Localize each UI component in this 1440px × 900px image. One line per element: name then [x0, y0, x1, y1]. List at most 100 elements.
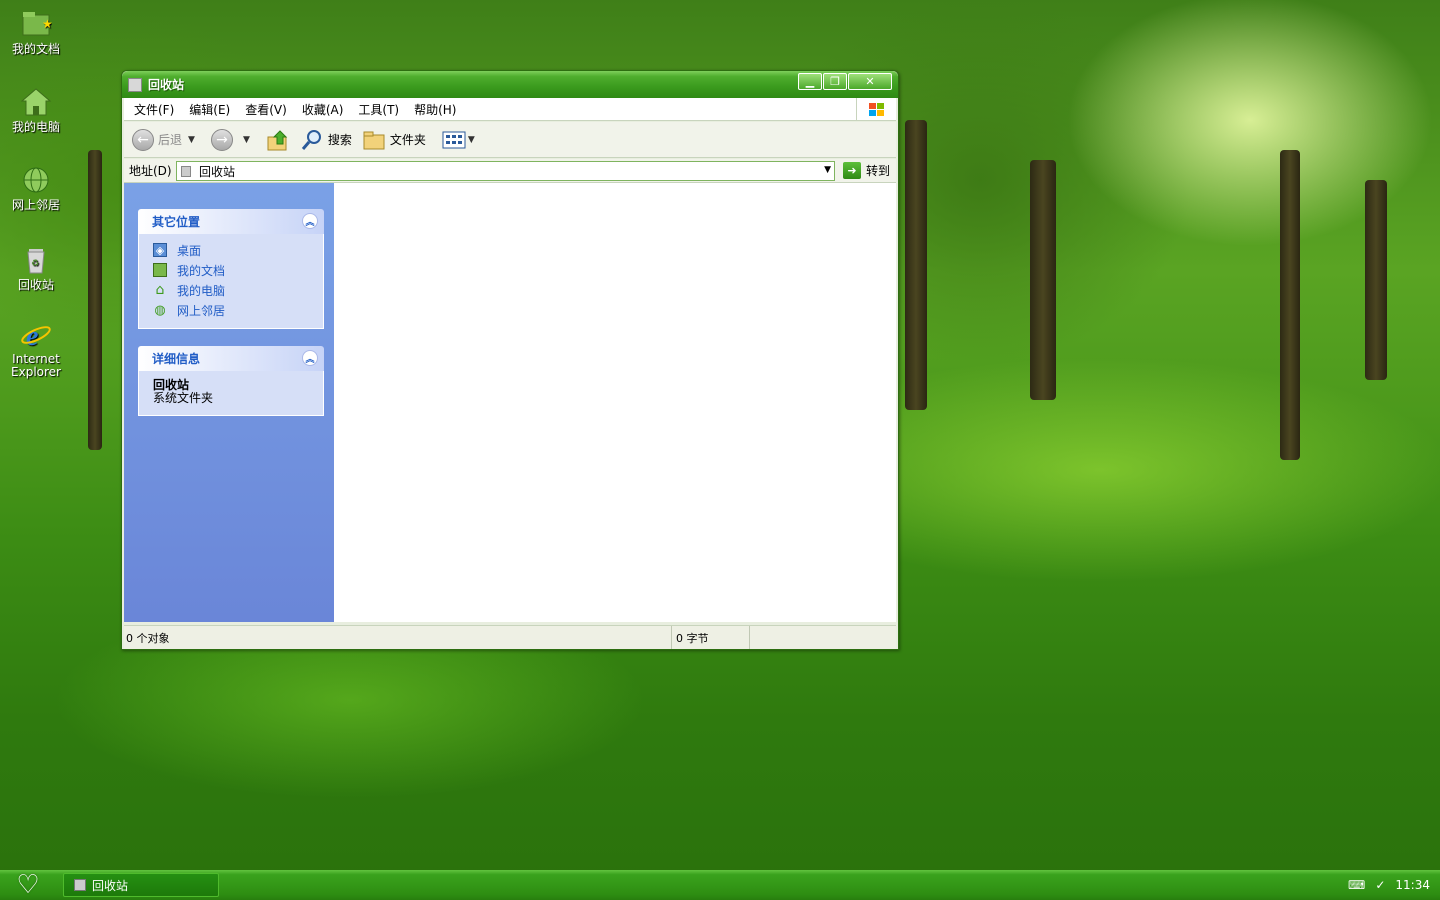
menu-view[interactable]: 查看(V)	[245, 101, 287, 118]
chevron-down-icon[interactable]: ▼	[824, 165, 831, 175]
taskbar-button-recycle-bin[interactable]: 回收站	[63, 873, 219, 897]
link-label: 我的文档	[177, 263, 226, 278]
other-places-body: ◈ 桌面 我的文档 ⌂ 我的电脑 ◍ 网上邻居	[138, 234, 324, 329]
folder-icon	[363, 131, 385, 149]
details-panel: 详细信息 ︽ 回收站 系统文件夹	[138, 346, 324, 416]
my-computer-icon	[20, 86, 52, 118]
go-label: 转到	[865, 164, 890, 178]
back-button[interactable]: ← 后退 ▼	[132, 128, 201, 151]
menu-bar: 文件(F) 编辑(E) 查看(V) 收藏(A) 工具(T) 帮助(H)	[124, 98, 896, 121]
collapse-icon[interactable]: ︽	[302, 350, 318, 366]
views-button[interactable]: ▼	[442, 130, 481, 150]
desktop-icon-label: 回收站	[17, 278, 54, 292]
collapse-icon[interactable]: ︽	[302, 213, 318, 229]
taskbar-button-label: 回收站	[92, 878, 129, 893]
forward-arrow-icon: →	[210, 128, 233, 151]
desktop-icon: ◈	[153, 243, 167, 257]
title-bar[interactable]: 回收站 ▁ ❐ ✕	[122, 71, 898, 98]
my-documents-icon: ★	[20, 8, 53, 40]
tree-trunk	[88, 150, 102, 450]
network-status-icon[interactable]: ✓	[1375, 878, 1385, 892]
desktop-icon-my-documents[interactable]: ★ 我的文档	[4, 8, 68, 56]
desktop-icon-label: 我的电脑	[11, 120, 60, 134]
desktop-icon-label: Explorer	[11, 365, 61, 379]
address-input[interactable]: 回收站 ▼	[176, 161, 835, 181]
system-tray: ⌨ ✓ 11:34	[1310, 870, 1440, 900]
chevron-down-icon[interactable]: ▼	[188, 135, 195, 145]
link-label: 我的电脑	[177, 283, 226, 298]
link-label: 桌面	[177, 243, 202, 258]
details-type: 系统文件夹	[153, 391, 214, 405]
menu-help[interactable]: 帮助(H)	[414, 101, 456, 118]
tree-trunk	[1280, 150, 1300, 460]
file-list-area[interactable]	[334, 183, 896, 622]
menu-edit[interactable]: 编辑(E)	[189, 101, 230, 118]
address-bar: 地址(D) 回收站 ▼ ➜ 转到	[124, 159, 896, 183]
recycle-bin-icon	[181, 165, 191, 177]
recycle-bin-icon: ♻	[20, 244, 52, 276]
link-my-computer[interactable]: ⌂ 我的电脑	[153, 280, 323, 300]
link-my-documents[interactable]: 我的文档	[153, 260, 323, 280]
desktop-icon-my-computer[interactable]: 我的电脑	[4, 86, 68, 134]
maximize-button[interactable]: ❐	[823, 73, 847, 90]
windows-logo-icon	[856, 98, 896, 121]
internet-explorer-icon: e	[20, 318, 52, 352]
link-network-places[interactable]: ◍ 网上邻居	[153, 300, 323, 320]
my-computer-icon: ⌂	[155, 282, 165, 298]
network-places-icon: ◍	[154, 302, 166, 318]
search-button[interactable]: 搜索	[300, 128, 352, 152]
taskbar: ♡ 回收站 ⌨ ✓ 11:34	[0, 870, 1440, 900]
minimize-button[interactable]: ▁	[798, 73, 822, 90]
desktop-icon-internet-explorer[interactable]: e Internet Explorer	[4, 318, 68, 379]
menu-file[interactable]: 文件(F)	[134, 101, 174, 118]
desktop-icon-label: 我的文档	[11, 42, 60, 56]
chevron-down-icon: ▼	[467, 134, 475, 145]
svg-text:♻: ♻	[31, 259, 39, 269]
toolbar: ← 后退 ▼ → ▼ 搜索 文件夹 ▼	[124, 122, 896, 158]
recycle-bin-icon	[128, 77, 142, 92]
folders-button[interactable]: 文件夹	[362, 129, 426, 151]
desktop-icon-label: 网上邻居	[11, 198, 60, 212]
recycle-bin-window: 回收站 ▁ ❐ ✕ 文件(F) 编辑(E) 查看(V) 收藏(A) 工具(T) …	[121, 70, 899, 650]
status-object-count: 0 个对象	[126, 631, 170, 645]
details-body: 回收站 系统文件夹	[138, 371, 324, 416]
network-places-icon	[20, 164, 52, 196]
address-value: 回收站	[199, 164, 236, 179]
up-folder-icon	[267, 129, 288, 150]
views-icon	[442, 131, 466, 148]
go-arrow-icon: ➜	[842, 162, 861, 179]
clock[interactable]: 11:34	[1395, 878, 1430, 892]
forward-button[interactable]: → ▼	[210, 128, 256, 151]
menu-tools[interactable]: 工具(T)	[358, 101, 399, 118]
panel-title: 其它位置	[152, 215, 201, 229]
heart-icon: ♡	[16, 870, 40, 900]
close-button[interactable]: ✕	[848, 73, 892, 90]
tree-trunk	[1365, 180, 1387, 380]
folders-label: 文件夹	[389, 133, 426, 147]
details-header[interactable]: 详细信息 ︽	[138, 346, 324, 371]
search-label: 搜索	[327, 133, 352, 147]
svg-text:e: e	[26, 321, 38, 350]
recycle-bin-icon	[74, 879, 86, 891]
search-icon	[301, 129, 321, 150]
up-folder-button[interactable]	[266, 128, 290, 152]
my-documents-icon	[153, 263, 167, 277]
go-button[interactable]: ➜ 转到	[842, 162, 890, 179]
other-places-header[interactable]: 其它位置 ︽	[138, 209, 324, 234]
link-desktop[interactable]: ◈ 桌面	[153, 240, 323, 260]
tree-trunk	[905, 120, 927, 410]
start-button[interactable]: ♡	[8, 871, 48, 899]
desktop-icon-recycle-bin[interactable]: ♻ 回收站	[4, 244, 68, 292]
status-size: 0 字节	[676, 631, 709, 645]
keyboard-icon[interactable]: ⌨	[1348, 878, 1365, 892]
panel-title: 详细信息	[152, 352, 201, 366]
back-arrow-icon: ←	[132, 128, 154, 151]
address-label: 地址(D)	[129, 164, 172, 178]
svg-text:★: ★	[42, 17, 52, 31]
menu-favorites[interactable]: 收藏(A)	[302, 101, 344, 118]
back-label: 后退	[158, 133, 183, 147]
chevron-down-icon[interactable]: ▼	[243, 135, 250, 145]
desktop-icon-network-places[interactable]: 网上邻居	[4, 164, 68, 212]
link-label: 网上邻居	[177, 303, 226, 318]
window-title: 回收站	[148, 78, 185, 92]
